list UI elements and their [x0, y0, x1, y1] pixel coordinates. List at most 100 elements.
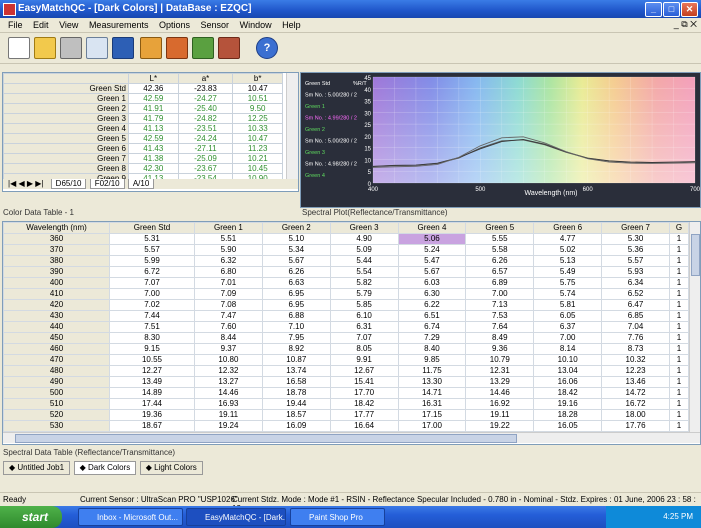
reflectance-cell[interactable]: 6.72: [109, 266, 195, 278]
reflectance-cell[interactable]: 18.28: [533, 409, 603, 421]
data-table-header[interactable]: Green 7: [601, 222, 670, 234]
reflectance-cell[interactable]: 10.87: [261, 354, 331, 366]
reflectance-cell[interactable]: 6.85: [601, 310, 670, 322]
reflectance-cell[interactable]: 5.44: [329, 255, 399, 267]
measure-icon[interactable]: [192, 37, 214, 59]
reflectance-cell[interactable]: 6.30: [397, 288, 467, 300]
reflectance-cell[interactable]: 5.81: [533, 299, 603, 311]
reflectance-cell[interactable]: 6.26: [465, 255, 535, 267]
reflectance-cell[interactable]: 16.72: [601, 398, 670, 410]
reflectance-cell[interactable]: 5.57: [109, 244, 195, 256]
reflectance-cell[interactable]: 16.92: [465, 398, 535, 410]
reflectance-cell[interactable]: 5.31: [109, 233, 195, 245]
reflectance-cell[interactable]: 7.00: [109, 288, 195, 300]
reflectance-cell[interactable]: 18.42: [329, 398, 399, 410]
reflectance-cell[interactable]: 4.77: [533, 233, 603, 245]
data-table-header[interactable]: Green 2: [261, 222, 331, 234]
reflectance-cell[interactable]: 8.92: [261, 343, 331, 355]
reflectance-cell[interactable]: 9.15: [109, 343, 195, 355]
data-table-header[interactable]: Green 6: [533, 222, 603, 234]
taskbar-paintshop[interactable]: Paint Shop Pro: [290, 508, 385, 526]
reflectance-cell[interactable]: 13.29: [465, 376, 535, 388]
wavelength-cell[interactable]: 420: [3, 299, 110, 311]
color-table-row[interactable]: Green 4 41.13 -23.51 10.33: [3, 123, 283, 134]
trial-icon[interactable]: [166, 37, 188, 59]
copy-icon[interactable]: [86, 37, 108, 59]
reflectance-cell[interactable]: 6.89: [465, 277, 535, 289]
reflectance-cell[interactable]: 1: [669, 387, 689, 399]
wavelength-cell[interactable]: 450: [3, 332, 110, 344]
reflectance-cell[interactable]: 6.80: [194, 266, 263, 278]
reflectance-cell[interactable]: 16.09: [261, 420, 331, 432]
reflectance-cell[interactable]: 1: [669, 233, 689, 245]
reflectance-cell[interactable]: 8.14: [533, 343, 603, 355]
reflectance-cell[interactable]: 8.73: [601, 343, 670, 355]
data-table-row[interactable]: 410 7.00 7.09 6.95 5.79 6.30 7.00 5.74 6.52 1: [3, 288, 689, 300]
reflectance-cell[interactable]: 13.04: [533, 365, 603, 377]
reflectance-cell[interactable]: 13.30: [397, 376, 467, 388]
reflectance-cell[interactable]: 5.36: [601, 244, 670, 256]
reflectance-cell[interactable]: 19.44: [261, 398, 331, 410]
reflectance-cell[interactable]: 1: [669, 321, 689, 333]
data-table-row[interactable]: 460 9.15 9.37 8.92 8.05 8.40 9.36 8.14 8.73 1: [3, 343, 689, 355]
reflectance-cell[interactable]: 5.57: [601, 255, 670, 267]
reflectance-cell[interactable]: 1: [669, 365, 689, 377]
reflectance-cell[interactable]: 6.22: [397, 299, 467, 311]
reflectance-cell[interactable]: 18.67: [109, 420, 195, 432]
reflectance-cell[interactable]: 7.01: [194, 277, 263, 289]
reflectance-cell[interactable]: 19.22: [465, 420, 535, 432]
menu-measurements[interactable]: Measurements: [89, 18, 149, 32]
reflectance-cell[interactable]: 8.49: [465, 332, 535, 344]
reflectance-cell[interactable]: 17.70: [329, 387, 399, 399]
reflectance-cell[interactable]: 19.16: [533, 398, 603, 410]
reflectance-cell[interactable]: 7.07: [109, 277, 195, 289]
reflectance-cell[interactable]: 9.37: [194, 343, 263, 355]
data-table-header[interactable]: Green Std: [109, 222, 195, 234]
menu-help[interactable]: Help: [282, 18, 301, 32]
reflectance-cell[interactable]: 11.75: [397, 365, 467, 377]
reflectance-cell[interactable]: 7.08: [194, 299, 263, 311]
wavelength-cell[interactable]: 430: [3, 310, 110, 322]
data-table-row[interactable]: 360 5.31 5.51 5.10 4.90 5.06 5.55 4.77 5.30 1: [3, 233, 689, 245]
data-table-header[interactable]: G: [669, 222, 689, 234]
start-button[interactable]: start: [0, 506, 62, 528]
reflectance-cell[interactable]: 7.64: [465, 321, 535, 333]
reflectance-cell[interactable]: 19.11: [194, 409, 263, 421]
color-table-row[interactable]: Green 6 41.43 -27.11 11.23: [3, 143, 283, 154]
reflectance-cell[interactable]: 6.03: [397, 277, 467, 289]
reflectance-cell[interactable]: 14.71: [397, 387, 467, 399]
reflectance-cell[interactable]: 5.30: [601, 233, 670, 245]
reflectance-cell[interactable]: 16.93: [194, 398, 263, 410]
reflectance-cell[interactable]: 8.05: [329, 343, 399, 355]
reflectance-cell[interactable]: 1: [669, 398, 689, 410]
reflectance-cell[interactable]: 18.42: [533, 387, 603, 399]
menu-file[interactable]: File: [8, 18, 23, 32]
reflectance-cell[interactable]: 1: [669, 420, 689, 432]
reflectance-cell[interactable]: 7.47: [194, 310, 263, 322]
color-table-row[interactable]: Green 5 42.59 -24.24 10.47: [3, 133, 283, 144]
color-table-row[interactable]: Green 1 42.59 -24.27 10.51: [3, 93, 283, 104]
reflectance-cell[interactable]: 14.89: [109, 387, 195, 399]
new-document-icon[interactable]: [8, 37, 30, 59]
reflectance-cell[interactable]: 7.51: [109, 321, 195, 333]
reflectance-cell[interactable]: 7.00: [533, 332, 603, 344]
reflectance-cell[interactable]: 6.52: [601, 288, 670, 300]
color-table-scrollbar[interactable]: [286, 73, 298, 179]
reflectance-cell[interactable]: 6.51: [397, 310, 467, 322]
reflectance-cell[interactable]: 1: [669, 299, 689, 311]
reflectance-cell[interactable]: 5.67: [261, 255, 331, 267]
reflectance-cell[interactable]: 6.95: [261, 288, 331, 300]
reflectance-cell[interactable]: 10.32: [601, 354, 670, 366]
reflectance-cell[interactable]: 18.57: [261, 409, 331, 421]
reflectance-cell[interactable]: 7.00: [465, 288, 535, 300]
wavelength-cell[interactable]: 360: [3, 233, 110, 245]
data-table-row[interactable]: 420 7.02 7.08 6.95 5.85 6.22 7.13 5.81 6.47 1: [3, 299, 689, 311]
minimize-button[interactable]: _: [645, 2, 662, 17]
reflectance-cell[interactable]: 18.00: [601, 409, 670, 421]
reflectance-cell[interactable]: 4.90: [329, 233, 399, 245]
reflectance-cell[interactable]: 15.41: [329, 376, 399, 388]
wavelength-cell[interactable]: 410: [3, 288, 110, 300]
reflectance-cell[interactable]: 6.74: [397, 321, 467, 333]
reflectance-cell[interactable]: 5.34: [261, 244, 331, 256]
reflectance-cell[interactable]: 7.09: [194, 288, 263, 300]
